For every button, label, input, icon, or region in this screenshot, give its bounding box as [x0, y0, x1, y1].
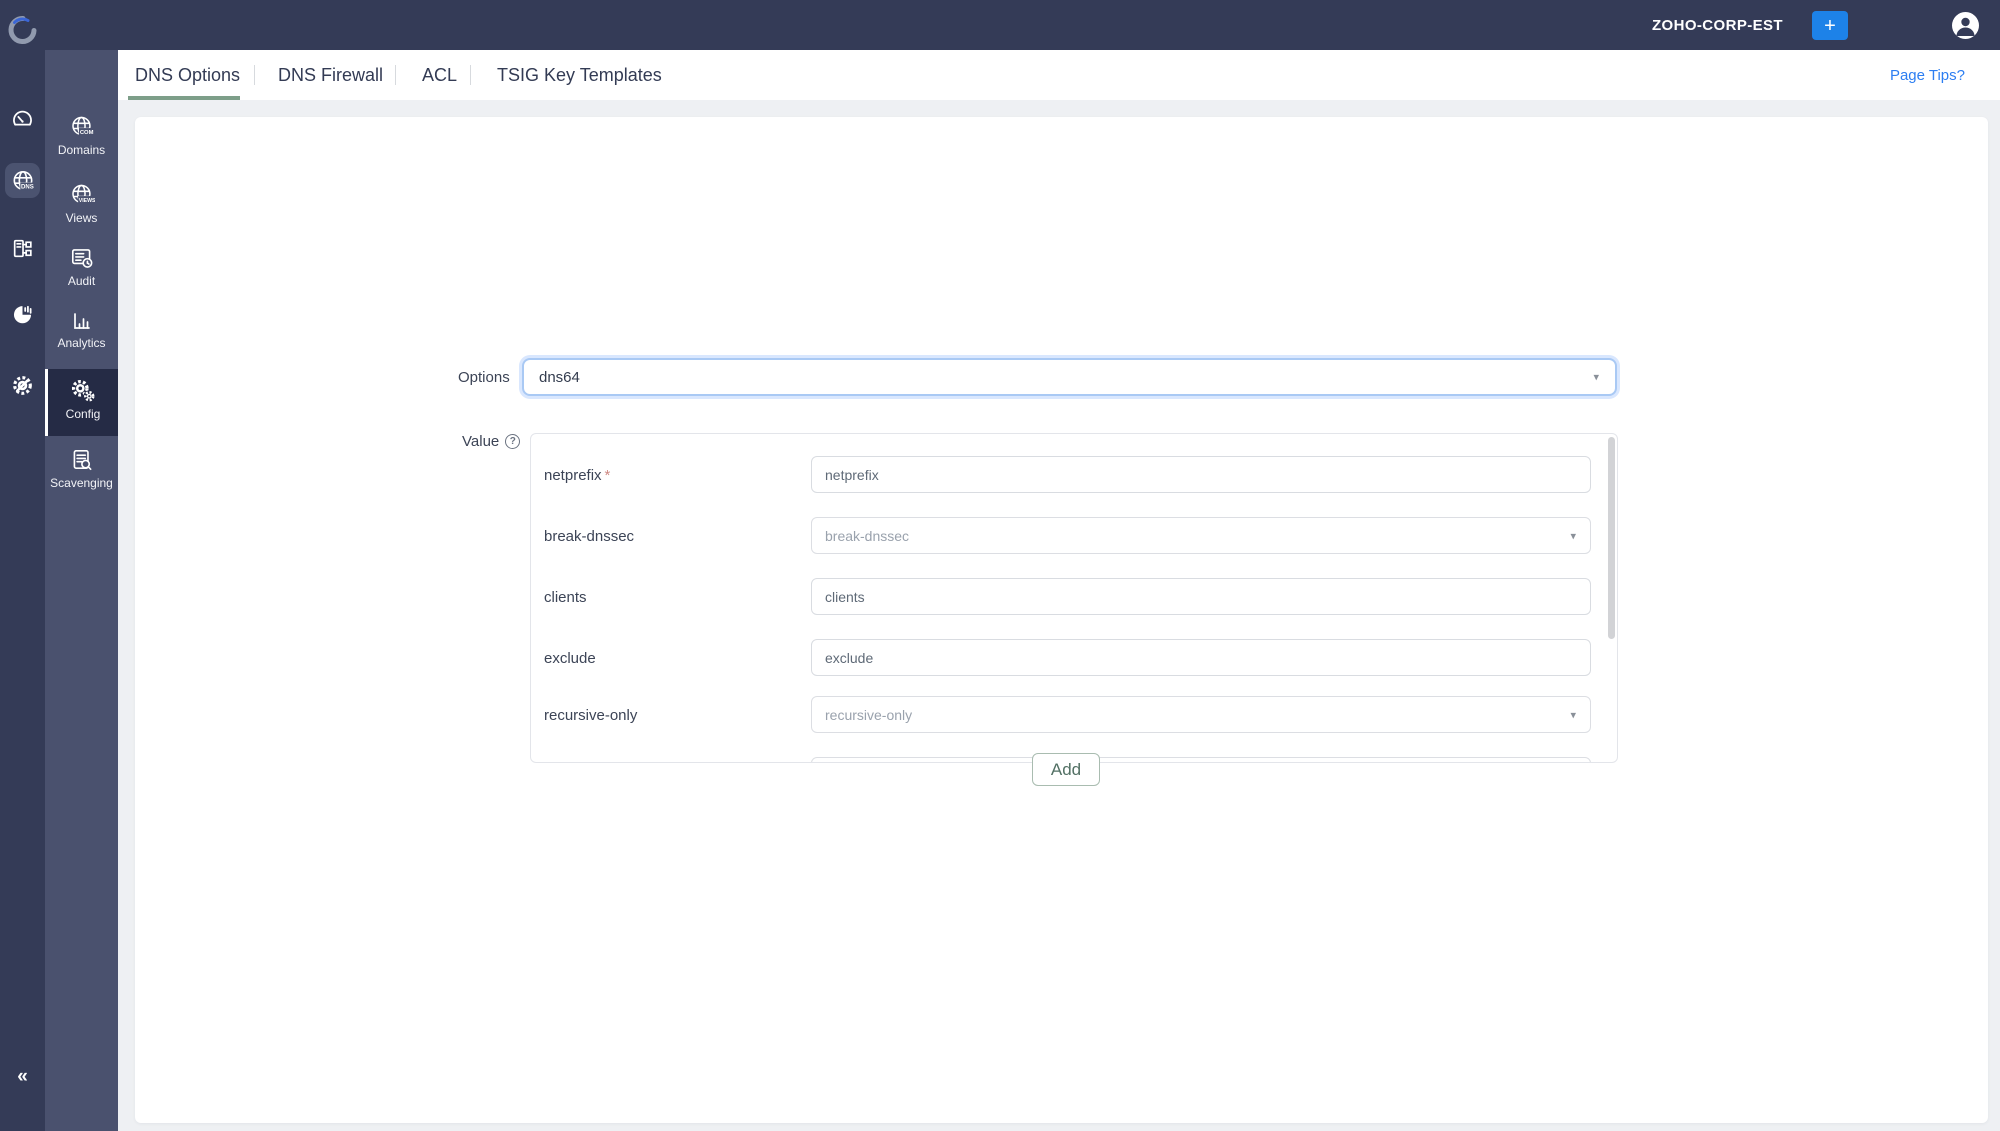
partial-field-input[interactable]	[811, 757, 1591, 763]
content-card: Options dns64 ▾ Value ? netprefix* break…	[135, 117, 1988, 1123]
tab-tsig-key-templates[interactable]: TSIG Key Templates	[497, 50, 662, 100]
gear-wrench-icon	[10, 373, 35, 398]
audit-log-icon	[45, 245, 118, 271]
recursive-only-select[interactable]: recursive-only ▾	[811, 696, 1591, 733]
value-label: Value	[462, 433, 499, 450]
exclude-input[interactable]	[811, 639, 1591, 676]
sidebar-item-analytics[interactable]: Analytics	[45, 309, 118, 350]
clouddns-app: ZOHO-CORP-EST +	[0, 0, 2000, 1131]
clouddns-logo[interactable]	[5, 13, 39, 47]
page-tips-link[interactable]: Page Tips?	[1890, 50, 1965, 100]
add-value-button[interactable]: Add	[1032, 753, 1100, 786]
pie-chart-icon	[10, 302, 35, 327]
chevron-down-icon: ▾	[1593, 371, 1599, 384]
sidebar-item-label: Analytics	[45, 336, 118, 350]
sidebar-item-views[interactable]: VIEWS Views	[45, 182, 118, 225]
clients-input[interactable]	[811, 578, 1591, 615]
globe-views-icon: VIEWS	[45, 182, 118, 208]
tab-separator	[470, 65, 471, 85]
chevron-down-icon: ▾	[1570, 708, 1576, 721]
tab-acl[interactable]: ACL	[422, 50, 457, 100]
chevron-down-icon: ▾	[1570, 529, 1576, 542]
field-label-break-dnssec: break-dnssec	[544, 528, 634, 545]
options-selected-value: dns64	[539, 369, 580, 386]
gauge-icon	[10, 108, 35, 133]
sidebar-item-audit[interactable]: Audit	[45, 245, 118, 288]
organization-name: ZOHO-CORP-EST	[1652, 0, 1783, 50]
rail-item-dashboard[interactable]	[0, 103, 45, 137]
sidebar-item-label: Scavenging	[45, 476, 118, 490]
collapse-sidebar-icon[interactable]: «	[0, 1062, 45, 1092]
svg-text:VIEWS: VIEWS	[78, 198, 94, 204]
tab-dns-firewall[interactable]: DNS Firewall	[278, 50, 383, 100]
tab-bar: DNS Options DNS Firewall ACL TSIG Key Te…	[118, 50, 2000, 100]
sidebar-item-config[interactable]: Config	[45, 369, 118, 436]
gears-icon	[48, 378, 118, 404]
options-dropdown[interactable]: dns64 ▾	[522, 358, 1617, 396]
help-icon[interactable]: ?	[505, 434, 520, 449]
rail-item-dns[interactable]: DNS	[5, 163, 40, 198]
field-label-netprefix: netprefix*	[544, 467, 610, 484]
sidebar-item-label: Views	[45, 211, 118, 225]
sidebar-item-label: Audit	[45, 274, 118, 288]
bar-chart-icon	[45, 309, 118, 333]
field-label-exclude: exclude	[544, 650, 596, 667]
doc-search-icon	[45, 447, 118, 473]
icon-rail: DNS	[0, 0, 45, 1131]
rail-item-settings[interactable]	[0, 368, 45, 402]
rail-item-reports[interactable]	[0, 297, 45, 331]
top-bar: ZOHO-CORP-EST +	[0, 0, 2000, 50]
dns-globe-icon: DNS	[10, 168, 36, 194]
break-dnssec-select[interactable]: break-dnssec ▾	[811, 517, 1591, 554]
sidebar-item-label: Domains	[45, 143, 118, 157]
tab-separator	[395, 65, 396, 85]
active-tab-underline	[128, 96, 240, 100]
server-tree-icon	[10, 236, 35, 261]
sidebar-item-domains[interactable]: COM Domains	[45, 114, 118, 157]
rail-item-infrastructure[interactable]	[0, 231, 45, 265]
panel-scrollbar[interactable]	[1608, 437, 1615, 639]
user-avatar[interactable]	[1952, 12, 1979, 39]
sidebar-nav: COM Domains VIEWS Views	[45, 50, 118, 1131]
person-icon	[1952, 12, 1979, 39]
svg-text:DNS: DNS	[21, 184, 34, 190]
svg-text:COM: COM	[79, 130, 93, 136]
required-asterisk: *	[605, 467, 611, 484]
netprefix-input[interactable]	[811, 456, 1591, 493]
add-icon[interactable]: +	[1812, 11, 1848, 40]
sidebar-item-label: Config	[48, 407, 118, 421]
tab-dns-options[interactable]: DNS Options	[135, 50, 240, 100]
options-label: Options	[458, 369, 510, 386]
sidebar-item-scavenging[interactable]: Scavenging	[45, 447, 118, 490]
field-label-recursive-only: recursive-only	[544, 707, 637, 724]
value-fields-panel: netprefix* break-dnssec break-dnssec ▾ c…	[530, 433, 1618, 763]
field-label-clients: clients	[544, 589, 587, 606]
tab-separator	[254, 65, 255, 85]
globe-com-icon: COM	[45, 114, 118, 140]
